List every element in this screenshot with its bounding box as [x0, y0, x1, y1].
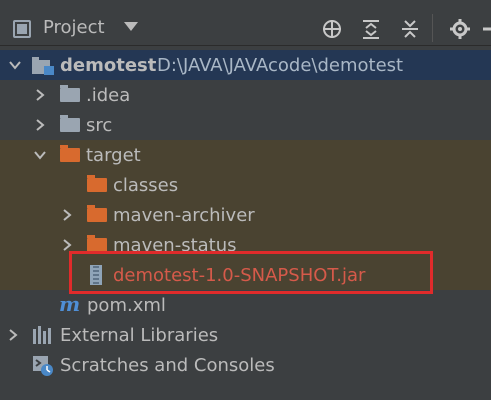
project-tool-window: Project demotest D:\JAVA\JAVAcode\demote… [0, 0, 491, 400]
chevron-down-icon[interactable] [8, 58, 22, 72]
excluded-folder-icon [87, 205, 107, 222]
project-view-icon[interactable] [13, 20, 31, 38]
project-toolbar: Project [0, 0, 491, 46]
locate-icon[interactable] [319, 16, 345, 42]
chevron-right-icon[interactable] [33, 88, 47, 102]
chevron-right-icon[interactable] [6, 328, 20, 342]
excluded-folder-icon [87, 175, 107, 192]
libraries-icon [33, 326, 51, 344]
tree-node-label: pom.xml [87, 295, 166, 316]
toolbar-divider [432, 14, 433, 42]
settings-icon[interactable] [447, 16, 473, 42]
project-path: D:\JAVA\JAVAcode\demotest [157, 55, 404, 76]
project-tree: demotest D:\JAVA\JAVAcode\demotest .idea… [0, 48, 491, 400]
tree-node-label: External Libraries [60, 325, 219, 346]
chevron-right-icon[interactable] [33, 118, 47, 132]
excluded-folder-icon [60, 145, 80, 162]
minimize-icon[interactable] [480, 16, 491, 42]
tree-node-scratches[interactable]: Scratches and Consoles [0, 350, 491, 380]
expand-all-icon[interactable] [397, 16, 423, 42]
tree-node-label: Scratches and Consoles [60, 355, 275, 376]
chevron-right-icon[interactable] [60, 208, 74, 222]
project-view-title[interactable]: Project [43, 17, 105, 38]
folder-icon [60, 85, 80, 102]
tree-node-classes[interactable]: classes [0, 170, 491, 200]
tree-node-demotest[interactable]: demotest D:\JAVA\JAVAcode\demotest [0, 50, 491, 80]
tree-node-target[interactable]: target [0, 140, 491, 170]
collapse-all-icon[interactable] [358, 16, 384, 42]
maven-icon: m [59, 292, 81, 316]
chevron-down-icon[interactable] [124, 22, 138, 31]
tree-node-label: demotest [60, 55, 157, 76]
module-folder-icon [32, 57, 54, 75]
tree-node-label: classes [113, 175, 179, 196]
tree-node-label: maven-archiver [113, 205, 255, 226]
tree-node-label: target [86, 145, 141, 166]
tree-node-label: src [86, 115, 113, 136]
folder-icon [60, 115, 80, 132]
tree-node-maven-archiver[interactable]: maven-archiver [0, 200, 491, 230]
chevron-right-icon[interactable] [60, 238, 74, 252]
tree-node-label: .idea [86, 85, 131, 106]
chevron-down-icon[interactable] [33, 148, 47, 162]
highlight-annotation-box [69, 251, 433, 294]
tree-node-pom[interactable]: m pom.xml [0, 290, 491, 320]
tree-node-external-libraries[interactable]: External Libraries [0, 320, 491, 350]
excluded-folder-icon [87, 235, 107, 252]
scratches-icon [33, 356, 53, 376]
tree-node-src[interactable]: src [0, 110, 491, 140]
tree-node-idea[interactable]: .idea [0, 80, 491, 110]
